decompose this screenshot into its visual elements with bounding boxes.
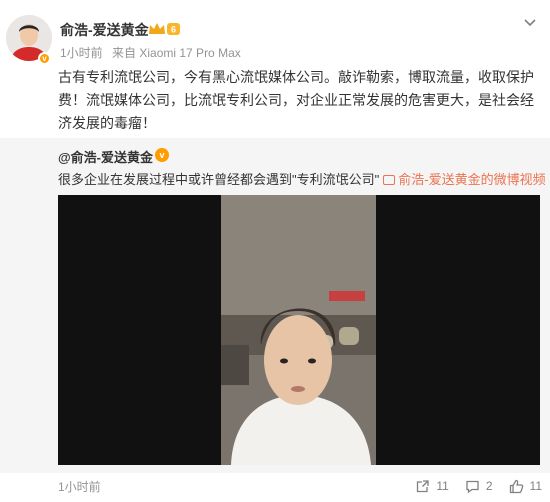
verified-badge: v [38,52,51,65]
comment-button[interactable]: 2 [465,479,493,494]
video-frame [221,195,376,465]
comment-icon [466,480,479,493]
repost-author[interactable]: @俞浩-爱送黄金 [58,147,153,166]
video-link[interactable]: 俞浩-爱送黄金的微博视频 [398,172,545,187]
crown-badge: 6 [149,23,180,35]
like-icon [509,479,523,493]
chevron-down-icon[interactable] [523,18,537,28]
weibo-post: v 俞浩-爱送黄金 6 1小时前 来自 Xiaomi 17 Pro Max 古有… [0,0,550,502]
repost-text: 很多企业在发展过程中或许曾经都会遇到"专利流氓公司" 俞浩-爱送黄金的微博视频 [58,169,546,188]
post-content: 古有专利流氓公司，今有黑心流氓媒体公司。敲诈勒索，博取流量，收取保护费！流氓媒体… [58,69,534,131]
author-name[interactable]: 俞浩-爱送黄金 [60,20,149,40]
post-meta: 1小时前 来自 Xiaomi 17 Pro Max [60,44,241,61]
svg-text:6: 6 [171,25,176,35]
verified-badge: v [155,148,169,162]
video-player[interactable] [58,195,540,465]
post-time[interactable]: 1小时前 [60,46,103,60]
video-link-icon [383,175,396,185]
footer-time: 1小时前 [58,480,101,494]
like-count: 11 [529,479,542,493]
action-bar: 11 2 11 [399,476,542,496]
repost-count: 11 [436,479,449,493]
like-button[interactable]: 11 [509,479,542,494]
repost-text-body: 很多企业在发展过程中或许曾经都会遇到"专利流氓公司" [58,172,380,187]
repost-icon [417,479,430,492]
post-source: 来自 Xiaomi 17 Pro Max [112,46,241,60]
repost-button[interactable]: 11 [415,479,449,494]
repost-card[interactable]: @俞浩-爱送黄金 v 很多企业在发展过程中或许曾经都会遇到"专利流氓公司" 俞浩-… [0,138,550,473]
comment-count: 2 [485,479,493,493]
